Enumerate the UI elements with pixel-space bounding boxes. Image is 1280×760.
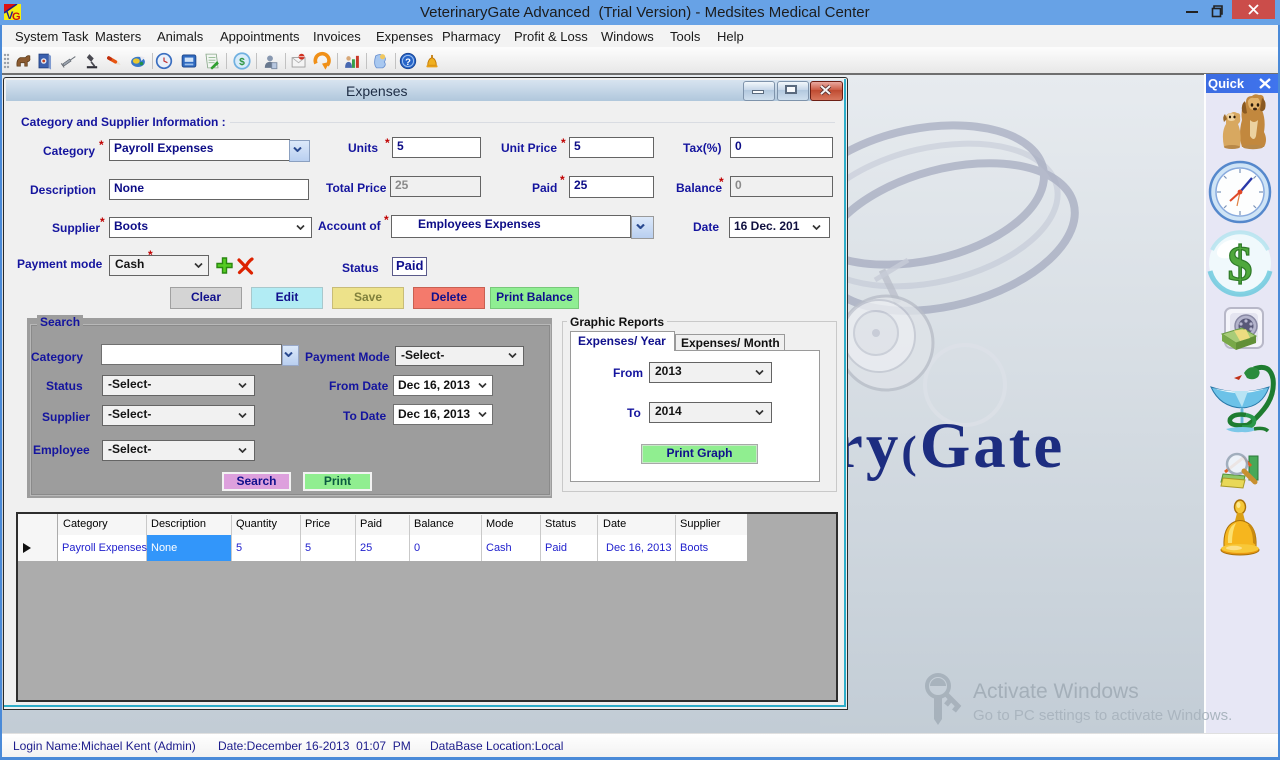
svg-text:?: ? [405,57,411,68]
svg-text:$: $ [1228,235,1253,291]
svg-text:ry(Gate: ry(Gate [834,410,1065,482]
svg-text:$: $ [239,57,245,68]
svg-text:G: G [12,11,21,20]
